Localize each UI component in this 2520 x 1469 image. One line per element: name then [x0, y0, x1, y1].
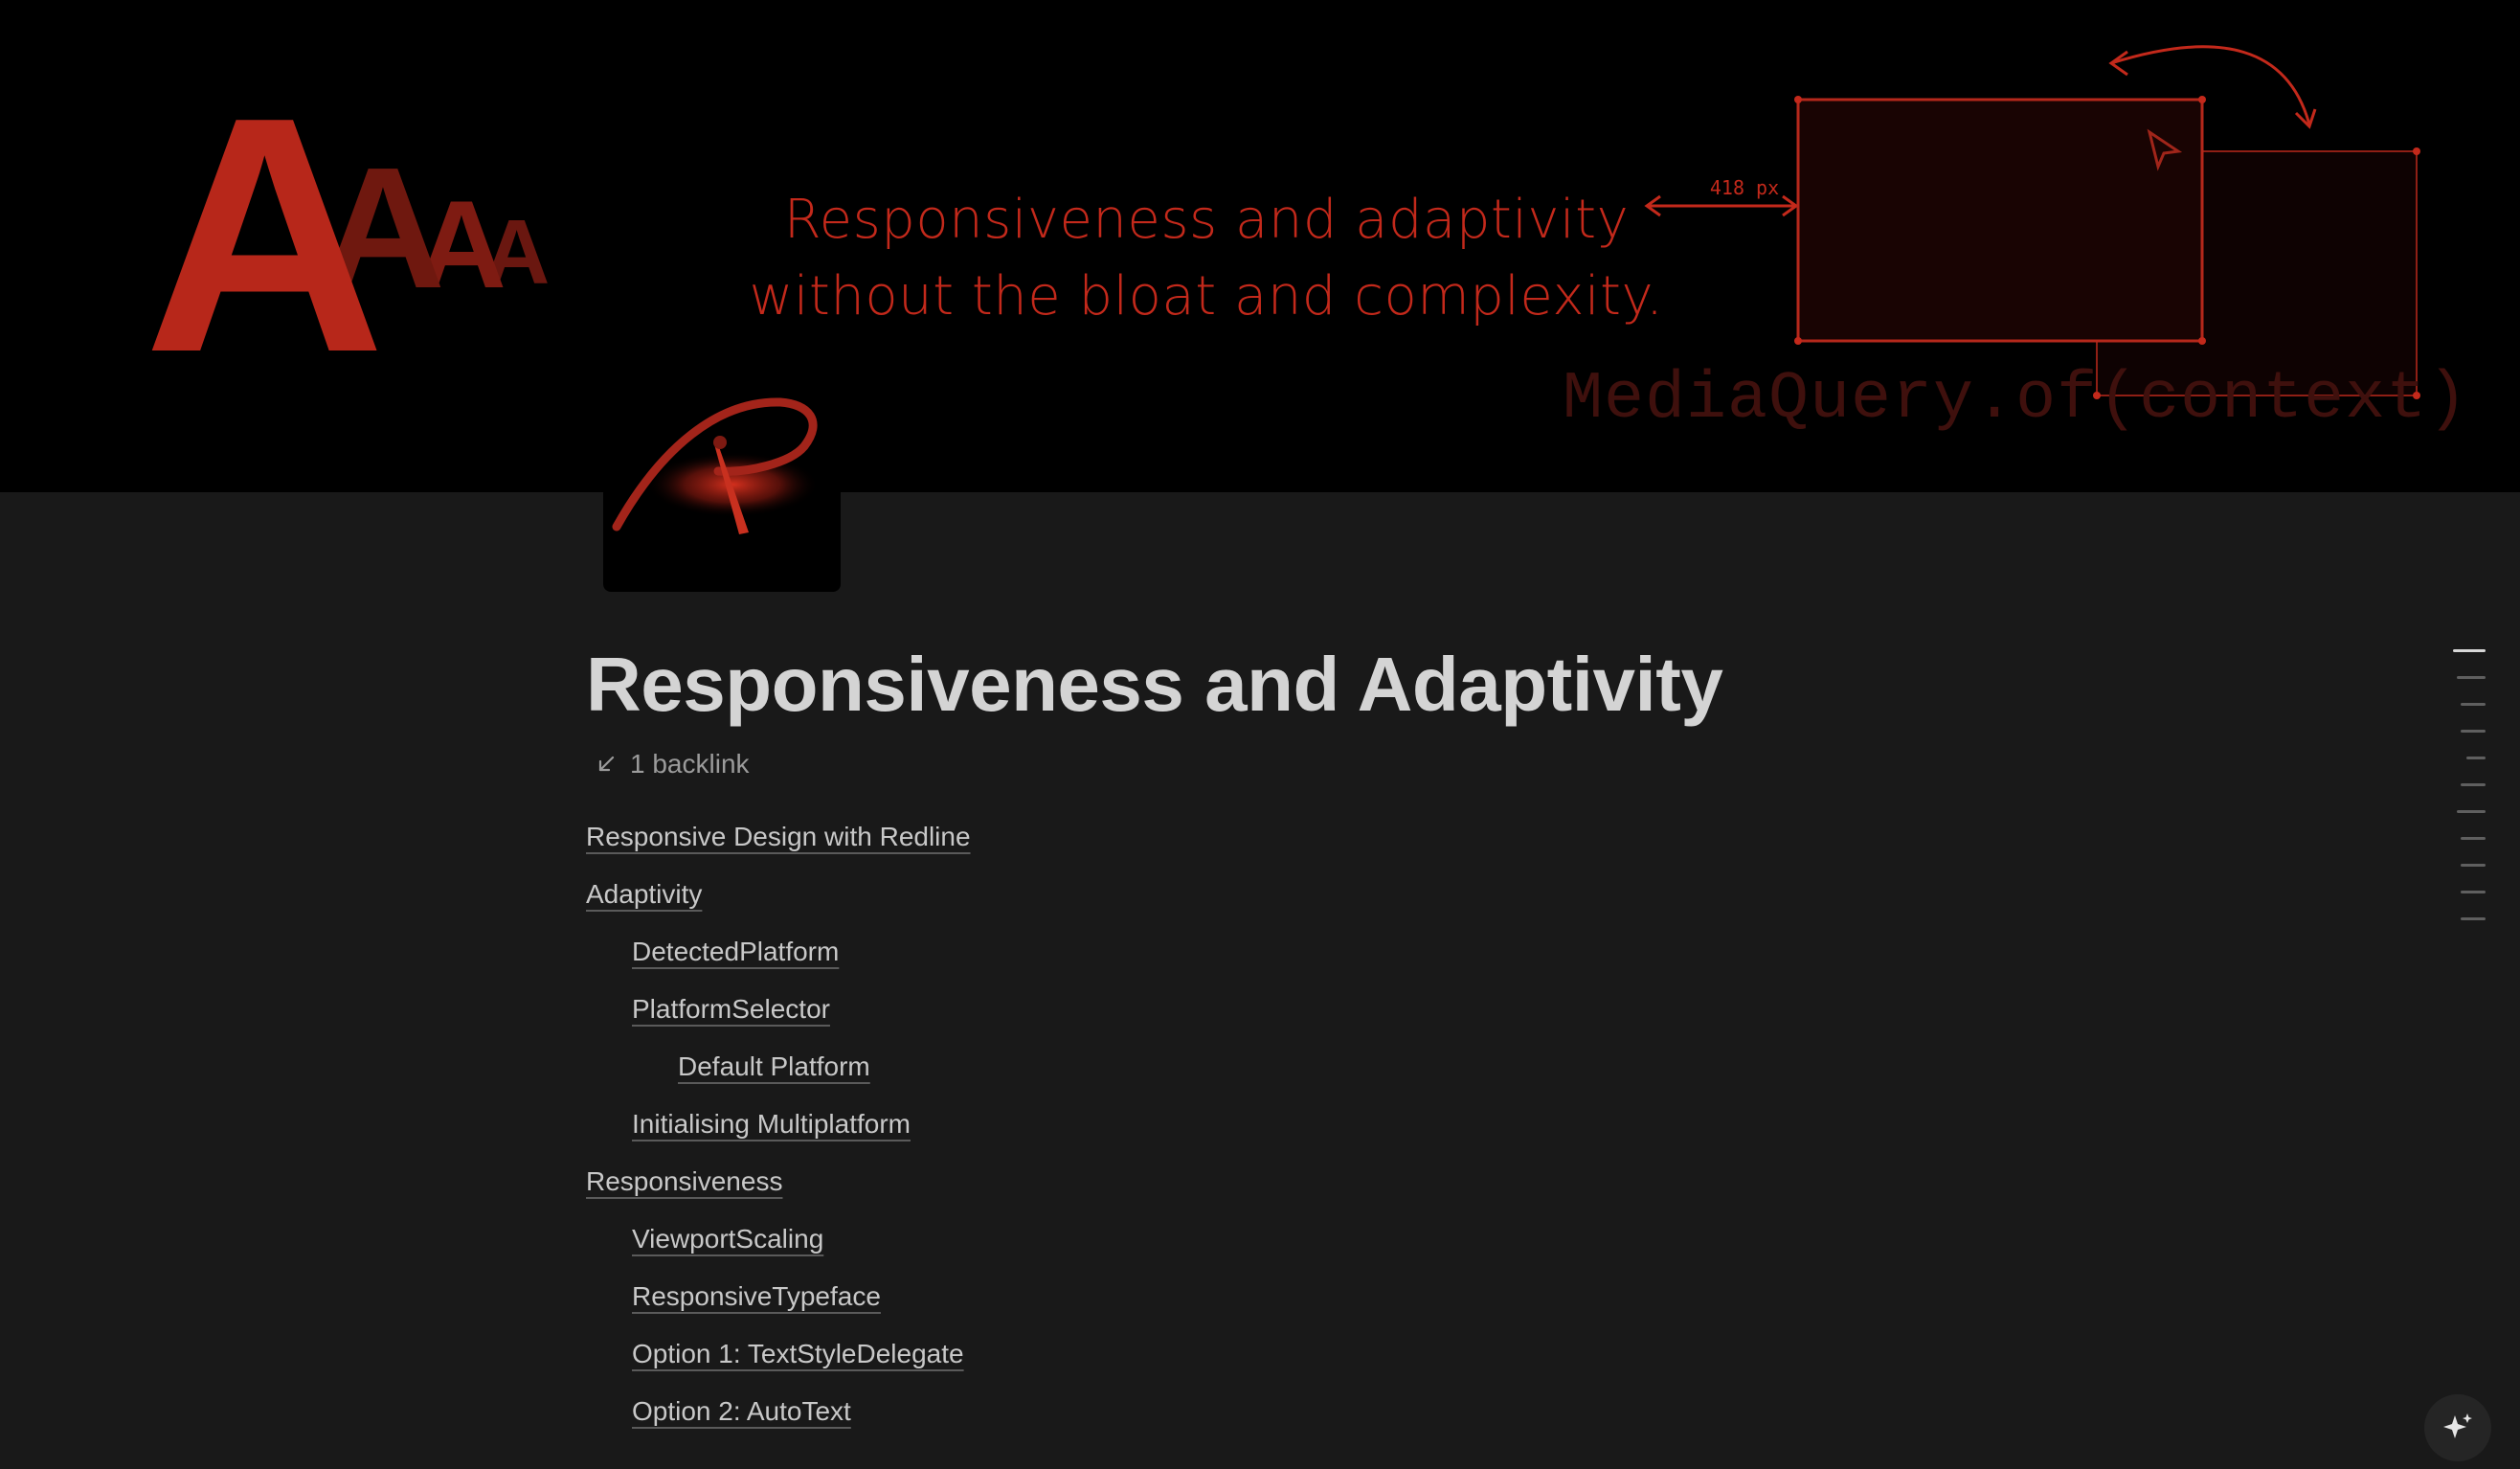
outline-marker[interactable]	[2453, 649, 2486, 652]
toc-link[interactable]: Responsiveness	[586, 1166, 782, 1197]
outline-marker[interactable]	[2461, 783, 2486, 786]
toc-link[interactable]: Default Platform	[678, 1051, 870, 1082]
toc-item[interactable]: Option 2: AutoText	[586, 1383, 2214, 1440]
page-title[interactable]: Responsiveness and Adaptivity	[586, 632, 2214, 737]
backlinks-label: 1 backlink	[630, 749, 750, 779]
mediaquery-code: MediaQuery.of(context)	[1563, 362, 2469, 438]
toc-item[interactable]: Initialising Multiplatform	[586, 1096, 2214, 1153]
toc-item[interactable]: ViewportScaling	[586, 1210, 2214, 1268]
outline-marker[interactable]	[2461, 730, 2486, 733]
toc-link[interactable]: DetectedPlatform	[632, 937, 839, 967]
toc-link[interactable]: Initialising Multiplatform	[632, 1109, 911, 1140]
page-icon[interactable]	[603, 381, 841, 592]
tagline-line-1: Responsiveness and adaptivity	[783, 189, 1630, 251]
toc-item[interactable]: DetectedPlatform	[586, 923, 2214, 981]
cover-tagline: Responsiveness and adaptivity without th…	[728, 182, 1685, 335]
width-label: 418 px	[1709, 176, 1780, 199]
toc-item[interactable]: Responsive Design with Redline	[586, 808, 2214, 866]
backlinks-button[interactable]: 1 backlink	[596, 745, 2214, 783]
page-cover[interactable]: A A A A Responsiveness and adaptivity wi…	[0, 0, 2520, 492]
tagline-line-2: without the bloat and complexity.	[749, 265, 1664, 328]
toc-link[interactable]: Option 1: TextStyleDelegate	[632, 1339, 964, 1369]
toc-link[interactable]: ViewportScaling	[632, 1224, 823, 1254]
outline-marker[interactable]	[2461, 891, 2486, 893]
toc-item[interactable]: Default Platform	[586, 1038, 2214, 1096]
toc-link[interactable]: ResponsiveTypeface	[632, 1281, 881, 1312]
letters-graphic: A A A A	[144, 48, 550, 422]
toc-link[interactable]: Adaptivity	[586, 879, 702, 910]
toc-link[interactable]: PlatformSelector	[632, 994, 830, 1025]
redline-logo-icon	[612, 397, 819, 534]
outline-marker[interactable]	[2461, 864, 2486, 867]
arrow-down-left-icon	[598, 756, 615, 772]
outline-marker[interactable]	[2457, 676, 2486, 679]
toc-item[interactable]: Option 1: TextStyleDelegate	[586, 1325, 2214, 1383]
toc-item[interactable]: Adaptivity	[586, 866, 2214, 923]
outline-marker[interactable]	[2457, 810, 2486, 813]
page-outline[interactable]	[2447, 649, 2486, 944]
outline-marker[interactable]	[2461, 917, 2486, 920]
table-of-contents: Responsive Design with Redline Adaptivit…	[586, 808, 2214, 1440]
toc-link[interactable]: Responsive Design with Redline	[586, 822, 971, 852]
toc-link[interactable]: Option 2: AutoText	[632, 1396, 851, 1427]
toc-item[interactable]: PlatformSelector	[586, 981, 2214, 1038]
toc-item[interactable]: ResponsiveTypeface	[586, 1268, 2214, 1325]
ai-assistant-button[interactable]	[2424, 1394, 2491, 1461]
outline-marker[interactable]	[2461, 837, 2486, 840]
page-content: Responsiveness and Adaptivity 1 backlink…	[586, 632, 2214, 1440]
sparkle-icon	[2443, 1413, 2472, 1438]
window-frame	[1796, 98, 2204, 343]
letter-a-1: A	[144, 48, 386, 422]
toc-item[interactable]: Responsiveness	[586, 1153, 2214, 1210]
outline-marker[interactable]	[2461, 703, 2486, 706]
outline-marker[interactable]	[2466, 757, 2486, 759]
